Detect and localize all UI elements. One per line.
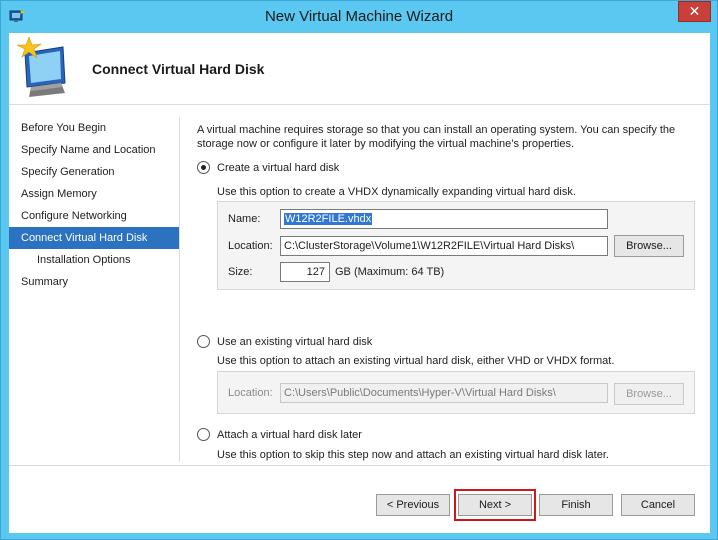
sidebar-item-assign-memory[interactable]: Assign Memory xyxy=(9,183,179,205)
existing-vhd-group: Location: C:\Users\Public\Documents\Hype… xyxy=(217,371,695,414)
size-unit-text: GB (Maximum: 64 TB) xyxy=(335,266,445,278)
create-vhd-radio[interactable]: Create a virtual hard disk xyxy=(197,161,339,174)
browse-button[interactable]: Browse... xyxy=(614,235,684,257)
wizard-step-list: Before You Begin Specify Name and Locati… xyxy=(9,117,180,462)
existing-browse-button[interactable]: Browse... xyxy=(614,383,684,405)
sidebar-item-specify-generation[interactable]: Specify Generation xyxy=(9,161,179,183)
page-title: Connect Virtual Hard Disk xyxy=(92,61,265,77)
existing-vhd-label: Use an existing virtual hard disk xyxy=(217,335,373,348)
sidebar-item-configure-networking[interactable]: Configure Networking xyxy=(9,205,179,227)
create-vhd-label: Create a virtual hard disk xyxy=(217,161,340,174)
create-vhd-description: Use this option to create a VHDX dynamic… xyxy=(217,186,576,198)
title-bar: New Virtual Machine Wizard ✕ xyxy=(1,1,717,33)
existing-location-input[interactable]: C:\Users\Public\Documents\Hyper-V\Virtua… xyxy=(280,383,608,403)
size-label: Size: xyxy=(228,266,253,278)
create-vhd-group: Name: W12R2FILE.vhdx Location: C:\Cluste… xyxy=(217,201,695,290)
location-label: Location: xyxy=(228,240,273,252)
finish-button[interactable]: Finish xyxy=(539,494,613,516)
name-label: Name: xyxy=(228,213,261,225)
virtual-machine-icon xyxy=(16,37,66,97)
vhd-location-input[interactable]: C:\ClusterStorage\Volume1\W12R2FILE\Virt… xyxy=(280,236,608,256)
radio-selected-icon xyxy=(197,161,210,174)
previous-button[interactable]: < Previous xyxy=(376,494,450,516)
wizard-client-area: Connect Virtual Hard Disk Before You Beg… xyxy=(9,33,710,533)
wizard-content: A virtual machine requires storage so th… xyxy=(181,117,710,462)
vhd-name-input[interactable]: W12R2FILE.vhdx xyxy=(280,209,608,229)
existing-location-label: Location: xyxy=(228,387,273,399)
existing-vhd-description: Use this option to attach an existing vi… xyxy=(217,355,615,367)
next-button[interactable]: Next > xyxy=(458,494,532,516)
wizard-header: Connect Virtual Hard Disk xyxy=(9,33,710,105)
close-button[interactable]: ✕ xyxy=(678,1,711,22)
footer-divider xyxy=(9,465,710,466)
attach-later-radio[interactable]: Attach a virtual hard disk later xyxy=(197,428,362,441)
intro-text: A virtual machine requires storage so th… xyxy=(197,124,676,150)
close-icon: ✕ xyxy=(688,3,701,19)
sidebar-item-specify-name[interactable]: Specify Name and Location xyxy=(9,139,179,161)
size-input[interactable]: 127 xyxy=(280,262,330,282)
radio-unselected-icon xyxy=(197,335,210,348)
attach-later-description: Use this option to skip this step now an… xyxy=(217,449,609,461)
sidebar-item-summary[interactable]: Summary xyxy=(9,271,179,293)
wizard-window: New Virtual Machine Wizard ✕ Connect Vir… xyxy=(0,0,718,540)
vhd-name-value: W12R2FILE.vhdx xyxy=(284,213,373,225)
sidebar-item-installation-options[interactable]: Installation Options xyxy=(9,249,179,271)
existing-vhd-radio[interactable]: Use an existing virtual hard disk xyxy=(197,335,372,348)
sidebar-item-before-you-begin[interactable]: Before You Begin xyxy=(9,117,179,139)
sidebar-item-connect-vhd[interactable]: Connect Virtual Hard Disk xyxy=(9,227,179,249)
radio-unselected-icon xyxy=(197,428,210,441)
attach-later-label: Attach a virtual hard disk later xyxy=(217,428,362,441)
cancel-button[interactable]: Cancel xyxy=(621,494,695,516)
window-title: New Virtual Machine Wizard xyxy=(264,8,454,25)
